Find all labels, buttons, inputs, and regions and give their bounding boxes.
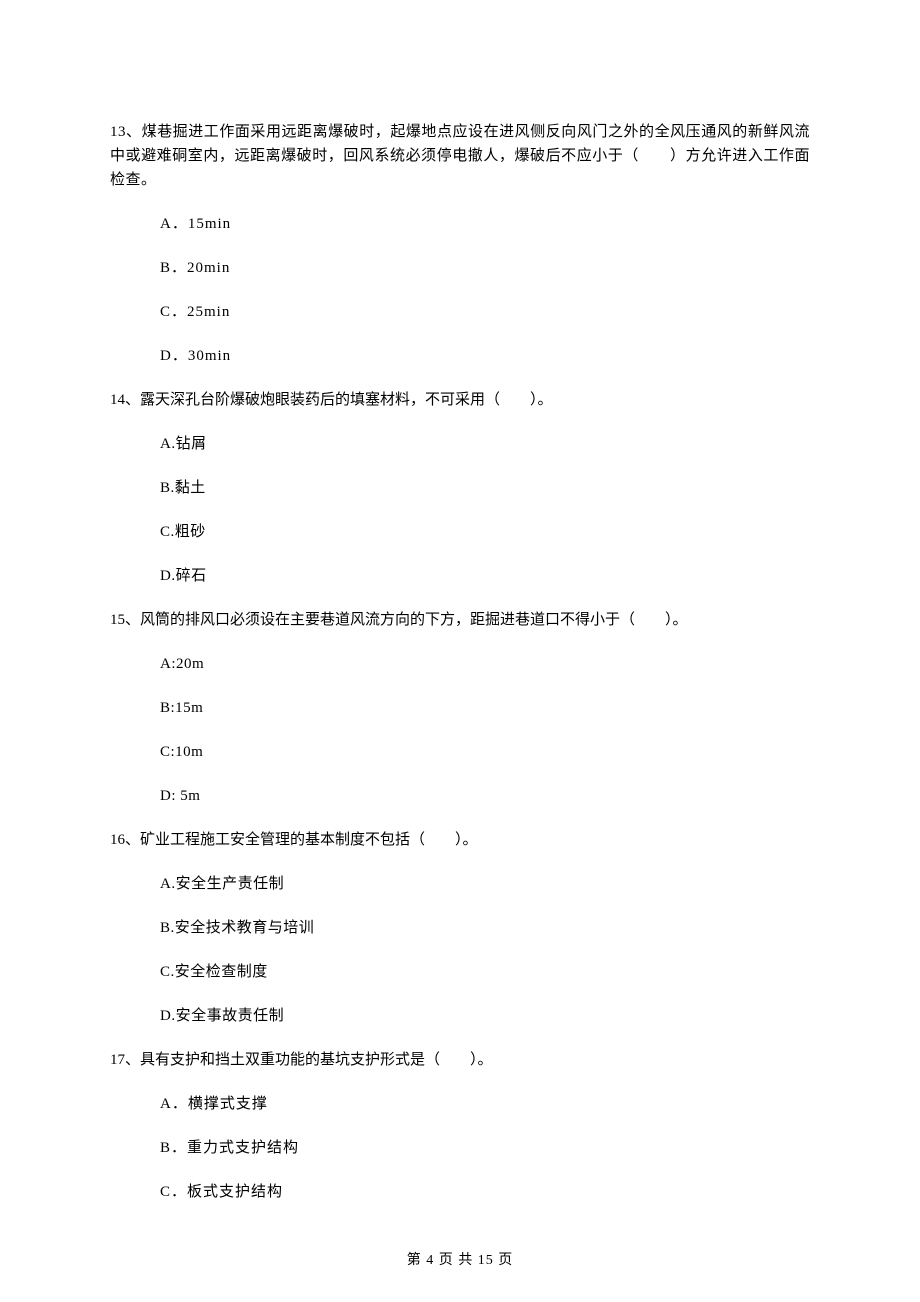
- question-13-stem: 13、煤巷掘进工作面采用远距离爆破时，起爆地点应设在进风侧反向风门之外的全风压通…: [110, 124, 810, 188]
- question-16-option-c: C.安全检查制度: [160, 960, 810, 984]
- question-17-stem: 17、具有支护和挡土双重功能的基坑支护形式是（ ）。: [110, 1052, 493, 1068]
- question-15-stem: 15、风筒的排风口必须设在主要巷道风流方向的下方，距掘进巷道口不得小于（ ）。: [110, 612, 688, 628]
- page-footer: 第 4 页 共 15 页: [0, 1250, 920, 1272]
- page-number: 第 4 页 共 15 页: [407, 1253, 514, 1268]
- question-13-option-a: A．15min: [160, 212, 810, 236]
- question-14-stem: 14、露天深孔台阶爆破炮眼装药后的填塞材料，不可采用（ ）。: [110, 392, 553, 408]
- question-13-option-d: D．30min: [160, 344, 810, 368]
- question-17-option-b: B．重力式支护结构: [160, 1136, 810, 1160]
- question-17: 17、具有支护和挡土双重功能的基坑支护形式是（ ）。: [110, 1048, 810, 1072]
- question-15-option-d: D: 5m: [160, 784, 810, 808]
- question-17-options: A．横撑式支撑 B．重力式支护结构 C．板式支护结构: [110, 1092, 810, 1204]
- question-14: 14、露天深孔台阶爆破炮眼装药后的填塞材料，不可采用（ ）。: [110, 388, 810, 412]
- question-15-option-a: A:20m: [160, 652, 810, 676]
- question-13-options: A．15min B．20min C．25min D．30min: [110, 212, 810, 368]
- question-13-option-c: C．25min: [160, 300, 810, 324]
- question-14-option-b: B.黏土: [160, 476, 810, 500]
- question-15-option-b: B:15m: [160, 696, 810, 720]
- question-16-stem: 16、矿业工程施工安全管理的基本制度不包括（ ）。: [110, 832, 478, 848]
- document-page: 13、煤巷掘进工作面采用远距离爆破时，起爆地点应设在进风侧反向风门之外的全风压通…: [0, 0, 920, 1302]
- question-13: 13、煤巷掘进工作面采用远距离爆破时，起爆地点应设在进风侧反向风门之外的全风压通…: [110, 120, 810, 192]
- question-14-option-d: D.碎石: [160, 564, 810, 588]
- question-16-option-d: D.安全事故责任制: [160, 1004, 810, 1028]
- question-17-option-c: C．板式支护结构: [160, 1180, 810, 1204]
- question-14-option-c: C.粗砂: [160, 520, 810, 544]
- question-13-option-b: B．20min: [160, 256, 810, 280]
- question-17-option-a: A．横撑式支撑: [160, 1092, 810, 1116]
- question-16-option-a: A.安全生产责任制: [160, 872, 810, 896]
- question-15-option-c: C:10m: [160, 740, 810, 764]
- question-15: 15、风筒的排风口必须设在主要巷道风流方向的下方，距掘进巷道口不得小于（ ）。: [110, 608, 810, 632]
- question-16-options: A.安全生产责任制 B.安全技术教育与培训 C.安全检查制度 D.安全事故责任制: [110, 872, 810, 1028]
- question-16-option-b: B.安全技术教育与培训: [160, 916, 810, 940]
- question-14-option-a: A.钻屑: [160, 432, 810, 456]
- question-14-options: A.钻屑 B.黏土 C.粗砂 D.碎石: [110, 432, 810, 588]
- question-16: 16、矿业工程施工安全管理的基本制度不包括（ ）。: [110, 828, 810, 852]
- question-15-options: A:20m B:15m C:10m D: 5m: [110, 652, 810, 808]
